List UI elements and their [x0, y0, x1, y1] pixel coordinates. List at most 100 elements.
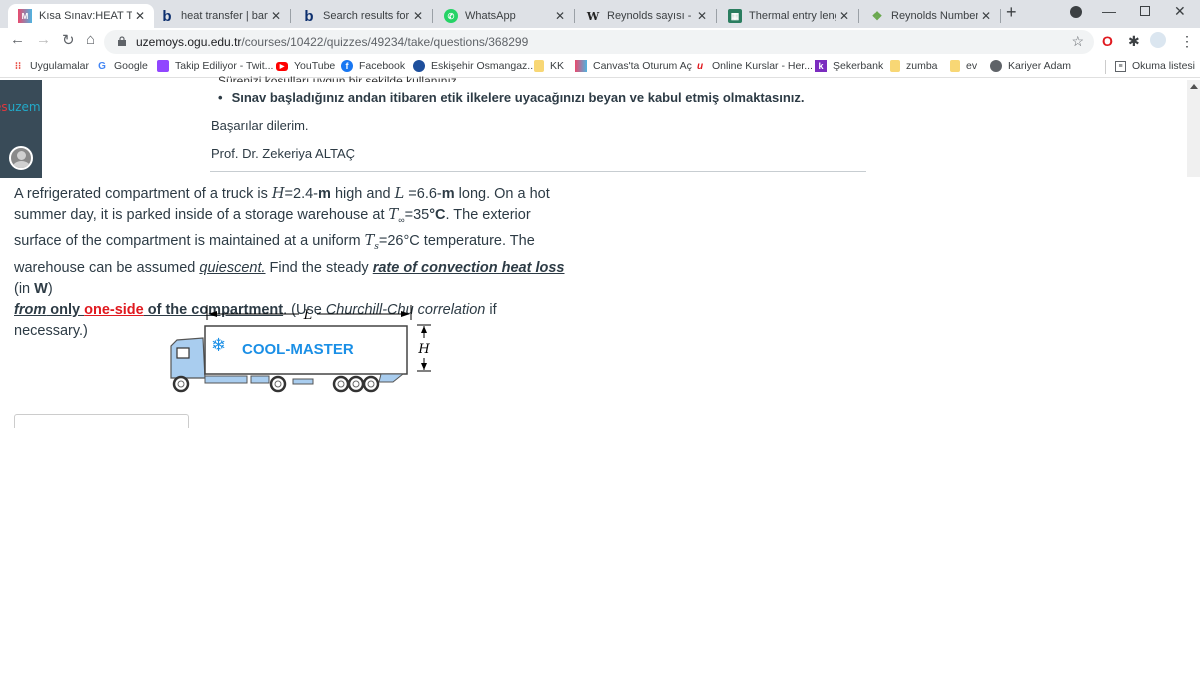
bookmark-kk[interactable]: KK: [534, 60, 564, 72]
bookmark-youtube[interactable]: ▶ YouTube: [276, 60, 335, 72]
bookmark-apps[interactable]: ⁝⁝ Uygulamalar: [12, 60, 89, 72]
whatsapp-icon: ✆: [444, 9, 458, 23]
canvas-icon: M: [18, 9, 32, 23]
url-path: /courses/10422/quizzes/49234/take/questi…: [241, 35, 529, 49]
bookmark-label: zumba: [906, 60, 938, 72]
bookmarks-bar: ⁝⁝ Uygulamalar G Google Takip Ediliyor - T…: [0, 56, 1200, 78]
close-tab-icon[interactable]: ✕: [694, 9, 710, 23]
page-content: esuzem Sürenizi koşulları uygun bir şeki…: [0, 74, 1200, 675]
bookmark-label: YouTube: [294, 60, 336, 72]
apps-grid-icon: ⁝⁝: [14, 60, 22, 72]
bookmark-canvas[interactable]: Canvas'ta Oturum Aç: [575, 60, 692, 72]
globe-icon: [990, 60, 1002, 72]
tab-whatsapp[interactable]: ✆ WhatsApp ✕: [434, 4, 574, 28]
bookmark-udemy[interactable]: u Online Kurslar - Her...: [694, 60, 813, 72]
address-bar[interactable]: uzemoys.ogu.edu.tr/courses/10422/quizzes…: [104, 30, 1094, 54]
folder-icon: [534, 60, 544, 72]
bookmark-kariyer[interactable]: Kariyer Adam: [990, 60, 1071, 72]
user-avatar[interactable]: [9, 146, 33, 170]
reynolds-icon: ❖: [871, 9, 883, 23]
bookmark-label: KK: [550, 60, 565, 72]
tab-title: Thermal entry length: [749, 10, 836, 22]
maximize-button[interactable]: [1140, 6, 1150, 16]
tab-wikipedia[interactable]: W Reynolds sayısı - Vikip ✕: [576, 4, 716, 28]
bookmark-label: Uygulamalar: [30, 60, 89, 72]
calculator-icon: ▦: [728, 9, 742, 23]
bookmark-label: Canvas'ta Oturum Aç: [593, 60, 692, 72]
signature-text: Prof. Dr. Zekeriya ALTAÇ: [211, 146, 356, 161]
tab-title: WhatsApp: [465, 10, 516, 22]
reading-list-icon: ≡: [1115, 60, 1126, 72]
close-tab-icon[interactable]: ✕: [552, 9, 568, 23]
bookmark-label: Kariyer Adam: [1008, 60, 1072, 72]
scrollbar[interactable]: [1187, 80, 1200, 177]
tab-bar: M Kısa Sınav:HEAT TRANS ✕ b heat transfe…: [0, 0, 1200, 28]
sekerbank-icon: k: [815, 60, 827, 72]
reading-list-button[interactable]: ≡ Okuma listesi: [1115, 60, 1195, 72]
snowflake-icon: ❄: [211, 335, 226, 355]
close-tab-icon[interactable]: ✕: [268, 9, 284, 23]
bookmark-star-icon[interactable]: ☆: [1071, 33, 1084, 50]
logo-red: es: [0, 100, 8, 114]
forward-button[interactable]: →: [36, 31, 51, 48]
tab-reynolds-calc[interactable]: ❖ Reynolds Number Calc ✕: [860, 4, 1000, 28]
tab-bartleby[interactable]: b heat transfer | bartleby ✕: [150, 4, 290, 28]
scroll-up-icon[interactable]: [1190, 84, 1198, 89]
bartleby-icon: b: [162, 7, 172, 25]
wishes-text: Başarılar dilerim.: [211, 118, 309, 133]
opera-icon[interactable]: O: [1102, 33, 1113, 49]
bookmark-label: Eskişehir Osmangaz...: [431, 60, 537, 72]
instruction-cut-line: Sürenizi koşulları uygun bir şekilde kul…: [218, 74, 461, 82]
url-text[interactable]: uzemoys.ogu.edu.tr/courses/10422/quizzes…: [136, 35, 528, 49]
tab-thermal-entry[interactable]: ▦ Thermal entry length ✕: [718, 4, 858, 28]
truck-figure: L H ❄ COOL-MASTER: [170, 305, 431, 393]
tab-title: heat transfer | bartleby: [181, 10, 268, 22]
folder-icon: [890, 60, 900, 72]
brand-label: COOL-MASTER: [242, 341, 354, 358]
bookmark-label: Takip Ediliyor - Twit...: [175, 60, 274, 72]
bookmark-facebook[interactable]: f Facebook: [341, 60, 405, 72]
udemy-icon: u: [696, 60, 704, 72]
minimize-button[interactable]: —: [1102, 3, 1116, 19]
bookmark-label: Şekerbank: [833, 60, 884, 72]
canvas-icon: [575, 60, 587, 72]
close-window-button[interactable]: ✕: [1174, 3, 1186, 20]
instruction-ethics: Sınav başladığınız andan itibaren etik i…: [218, 90, 805, 105]
profile-avatar-icon[interactable]: [1150, 32, 1166, 48]
profile-menu-icon[interactable]: [1070, 6, 1082, 18]
bookmark-zumba[interactable]: zumba: [890, 60, 938, 72]
bartleby-icon: b: [304, 7, 314, 25]
bookmark-twitch[interactable]: Takip Ediliyor - Twit...: [157, 60, 273, 72]
tab-title: Reynolds sayısı - Vikip: [607, 10, 694, 22]
toolbar: ← → ↻ ⌂ uzemoys.ogu.edu.tr/courses/10422…: [0, 28, 1200, 56]
esuzem-logo[interactable]: esuzem: [0, 100, 41, 114]
back-button[interactable]: ←: [10, 31, 25, 48]
tab-bartleby-search[interactable]: b Search results for 'hea ✕: [292, 4, 432, 28]
close-tab-icon[interactable]: ✕: [836, 9, 852, 23]
new-tab-button[interactable]: +: [1006, 2, 1017, 23]
home-button[interactable]: ⌂: [86, 31, 95, 48]
answer-input[interactable]: [14, 414, 189, 428]
twitch-icon: [157, 60, 169, 72]
h-label: H: [417, 342, 430, 357]
tab-title: Kısa Sınav:HEAT TRANS: [39, 10, 132, 22]
bookmark-label: Google: [114, 60, 148, 72]
close-tab-icon[interactable]: ✕: [132, 9, 148, 23]
bookmark-google[interactable]: G Google: [96, 60, 148, 72]
reading-list-label: Okuma listesi: [1132, 60, 1196, 72]
bookmark-ev[interactable]: ev: [950, 60, 977, 72]
extensions-icon[interactable]: ✱: [1128, 33, 1140, 50]
bookmark-sekerbank[interactable]: k Şekerbank: [815, 60, 883, 72]
tab-quiz[interactable]: M Kısa Sınav:HEAT TRANS ✕: [8, 4, 154, 28]
reload-button[interactable]: ↻: [62, 31, 75, 49]
close-tab-icon[interactable]: ✕: [978, 9, 994, 23]
university-icon: [413, 60, 425, 72]
bookmark-ogu[interactable]: Eskişehir Osmangaz...: [413, 60, 536, 72]
youtube-icon: ▶: [276, 61, 288, 71]
cab-window: [176, 347, 190, 359]
logo-blue: uzem: [7, 100, 41, 114]
menu-icon[interactable]: ⋮: [1180, 33, 1194, 50]
facebook-icon: f: [341, 60, 353, 72]
close-tab-icon[interactable]: ✕: [410, 9, 426, 23]
bookmark-label: Online Kurslar - Her...: [712, 60, 813, 72]
